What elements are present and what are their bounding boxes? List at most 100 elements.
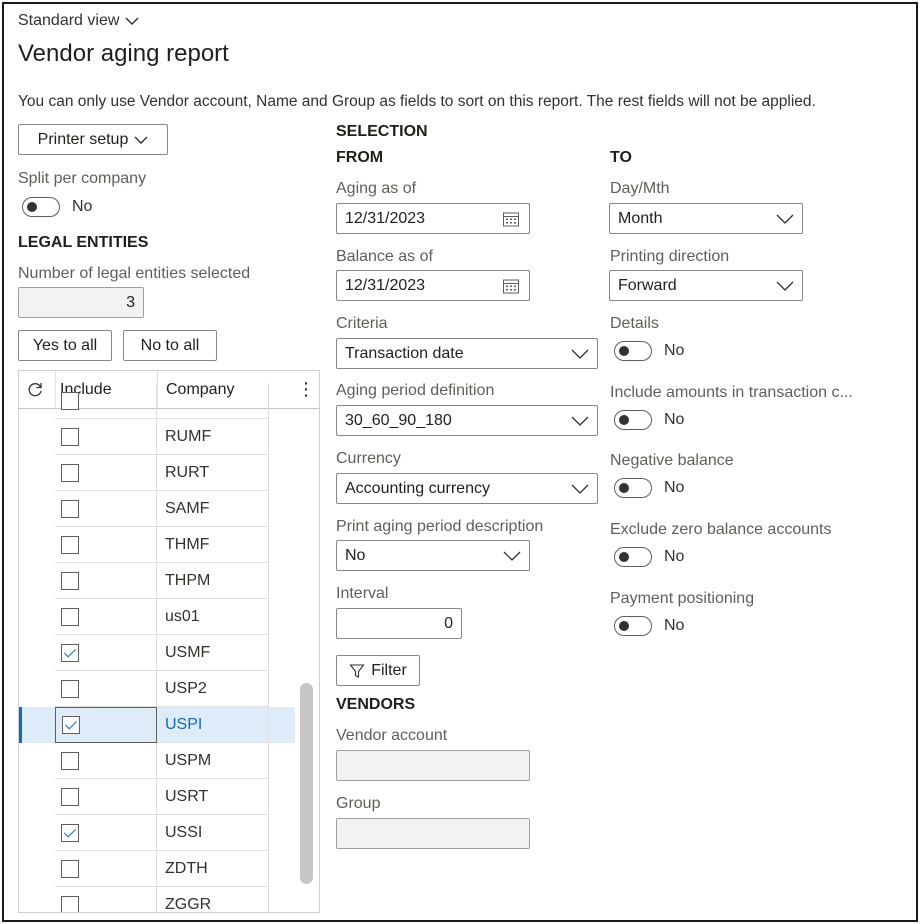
view-selector[interactable]: Standard view <box>18 12 139 30</box>
toggle-switch[interactable] <box>614 478 652 498</box>
currency-select[interactable]: Accounting currency <box>336 473 598 504</box>
table-row[interactable]: RURT <box>19 455 295 491</box>
calendar-icon[interactable] <box>501 209 521 229</box>
toggle-switch[interactable] <box>614 410 652 430</box>
table-row[interactable]: SAMF <box>19 491 295 527</box>
row-selector[interactable] <box>19 527 55 563</box>
include-cell[interactable] <box>55 527 157 563</box>
row-selector[interactable] <box>19 455 55 491</box>
include-checkbox[interactable] <box>61 463 79 482</box>
row-selector[interactable] <box>19 491 55 527</box>
row-selector[interactable] <box>19 671 55 707</box>
table-row[interactable]: USPM <box>19 743 295 779</box>
include-checkbox[interactable] <box>61 427 79 446</box>
printer-setup-button[interactable]: Printer setup <box>18 124 168 155</box>
yes-to-all-button[interactable]: Yes to all <box>18 330 112 361</box>
include-cell[interactable] <box>55 563 157 599</box>
include-checkbox[interactable] <box>61 391 79 410</box>
table-row[interactable]: ZDTH <box>19 851 295 887</box>
include-cell[interactable] <box>55 419 157 455</box>
include-cell[interactable] <box>55 743 157 779</box>
include-cell[interactable] <box>55 887 157 912</box>
include-checkbox[interactable] <box>61 751 79 770</box>
row-selector[interactable] <box>19 815 55 851</box>
company-cell[interactable]: us01 <box>157 599 269 635</box>
include-cell[interactable] <box>55 635 157 671</box>
include-checkbox[interactable] <box>61 643 79 662</box>
company-cell[interactable]: ZGGR <box>157 887 269 912</box>
no-to-all-button[interactable]: No to all <box>123 330 217 361</box>
row-selector[interactable] <box>19 599 55 635</box>
more-options-icon[interactable]: ⋮ <box>297 371 315 408</box>
toggle-switch[interactable] <box>614 341 652 361</box>
company-cell[interactable]: USMF <box>157 635 269 671</box>
company-cell[interactable]: USPI <box>157 707 269 743</box>
row-selector[interactable] <box>19 743 55 779</box>
row-selector[interactable] <box>19 779 55 815</box>
include-checkbox[interactable] <box>61 895 79 912</box>
include-checkbox[interactable] <box>62 716 80 734</box>
company-cell[interactable]: SAMF <box>157 491 269 527</box>
toggle-switch[interactable] <box>614 616 652 636</box>
filter-button[interactable]: Filter <box>336 655 420 686</box>
include-checkbox[interactable] <box>61 859 79 878</box>
toggle-switch[interactable] <box>22 197 60 217</box>
table-row[interactable]: USP2 <box>19 671 295 707</box>
aging-period-select[interactable]: 30_60_90_180 <box>336 405 598 436</box>
table-row[interactable]: RUMF <box>19 419 295 455</box>
company-cell[interactable]: THPM <box>157 563 269 599</box>
row-selector[interactable] <box>19 887 55 912</box>
company-cell[interactable]: RURT <box>157 455 269 491</box>
company-cell[interactable]: ZDTH <box>157 851 269 887</box>
printing-direction-select[interactable]: Forward <box>609 270 803 301</box>
toggle-switch[interactable] <box>614 547 652 567</box>
print-desc-select[interactable]: No <box>336 540 530 571</box>
calendar-icon[interactable] <box>501 276 521 296</box>
table-row[interactable] <box>19 383 295 419</box>
table-row[interactable]: USRT <box>19 779 295 815</box>
include-checkbox[interactable] <box>61 787 79 806</box>
row-selector[interactable] <box>19 707 55 743</box>
interval-input[interactable]: 0 <box>336 608 462 639</box>
company-cell[interactable]: USSI <box>157 815 269 851</box>
include-cell[interactable] <box>55 707 157 743</box>
include-checkbox[interactable] <box>61 535 79 554</box>
table-row[interactable]: THPM <box>19 563 295 599</box>
company-cell[interactable]: USRT <box>157 779 269 815</box>
company-cell[interactable]: THMF <box>157 527 269 563</box>
include-cell[interactable] <box>55 671 157 707</box>
split-per-company-toggle[interactable]: No <box>22 197 92 217</box>
row-selector[interactable] <box>19 563 55 599</box>
table-row[interactable]: USMF <box>19 635 295 671</box>
row-selector[interactable] <box>19 635 55 671</box>
include-checkbox[interactable] <box>61 499 79 518</box>
include-checkbox[interactable] <box>61 571 79 590</box>
table-row[interactable]: THMF <box>19 527 295 563</box>
include-checkbox[interactable] <box>61 679 79 698</box>
company-cell[interactable]: USP2 <box>157 671 269 707</box>
table-row[interactable]: USSI <box>19 815 295 851</box>
table-row[interactable]: us01 <box>19 599 295 635</box>
criteria-select[interactable]: Transaction date <box>336 338 598 369</box>
group-input[interactable] <box>336 818 530 849</box>
include-cell[interactable] <box>55 815 157 851</box>
table-row[interactable]: ZGGR <box>19 887 295 912</box>
include-cell[interactable] <box>55 851 157 887</box>
row-selector[interactable] <box>19 419 55 455</box>
include-amounts-toggle[interactable]: No <box>614 410 684 430</box>
vendor-account-input[interactable] <box>336 750 530 781</box>
negative-balance-toggle[interactable]: No <box>614 478 684 498</box>
balance-as-of-input[interactable]: 12/31/2023 <box>336 270 530 301</box>
row-selector[interactable] <box>19 851 55 887</box>
day-mth-select[interactable]: Month <box>609 203 803 234</box>
aging-as-of-input[interactable]: 12/31/2023 <box>336 203 530 234</box>
include-cell[interactable] <box>55 455 157 491</box>
include-cell[interactable] <box>55 491 157 527</box>
include-checkbox[interactable] <box>61 607 79 626</box>
scrollbar[interactable] <box>300 683 313 884</box>
exclude-zero-toggle[interactable]: No <box>614 547 684 567</box>
include-checkbox[interactable] <box>61 823 79 842</box>
include-cell[interactable] <box>55 779 157 815</box>
details-toggle[interactable]: No <box>614 341 684 361</box>
company-cell[interactable]: RUMF <box>157 419 269 455</box>
